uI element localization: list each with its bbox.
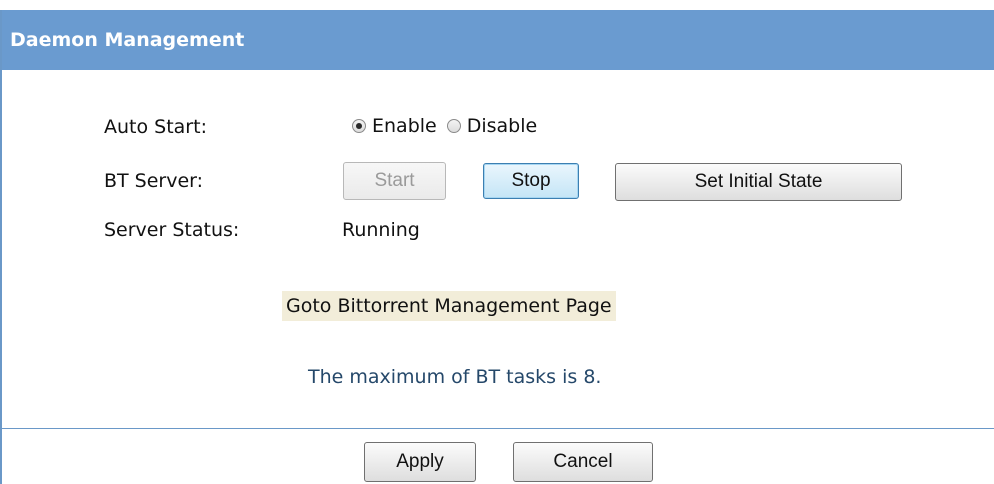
set-initial-state-button[interactable]: Set Initial State <box>615 163 902 201</box>
enable-radio-option[interactable]: Enable <box>352 115 437 137</box>
auto-start-radio-group: Enable Disable <box>352 113 547 139</box>
apply-button[interactable]: Apply <box>364 442 476 482</box>
daemon-management-panel: Daemon Management <box>0 10 994 484</box>
panel-header: Daemon Management <box>2 10 994 70</box>
server-status-value: Running <box>342 219 420 241</box>
disable-radio-label: Disable <box>466 115 538 137</box>
start-button[interactable]: Start <box>343 162 446 200</box>
enable-radio-button[interactable] <box>352 119 366 133</box>
goto-bittorrent-management-link[interactable]: Goto Bittorrent Management Page <box>282 291 616 321</box>
footer-divider <box>0 428 994 429</box>
bt-server-label: BT Server: <box>104 170 204 192</box>
max-tasks-info: The maximum of BT tasks is 8. <box>308 366 602 388</box>
server-status-label: Server Status: <box>104 219 240 241</box>
enable-radio-label: Enable <box>372 115 437 137</box>
auto-start-label: Auto Start: <box>104 116 207 138</box>
disable-radio-option[interactable]: Disable <box>446 115 538 137</box>
disable-radio-button[interactable] <box>446 119 461 133</box>
stop-button[interactable]: Stop <box>483 163 579 199</box>
panel-title: Daemon Management <box>10 29 245 51</box>
cancel-button[interactable]: Cancel <box>513 442 653 482</box>
